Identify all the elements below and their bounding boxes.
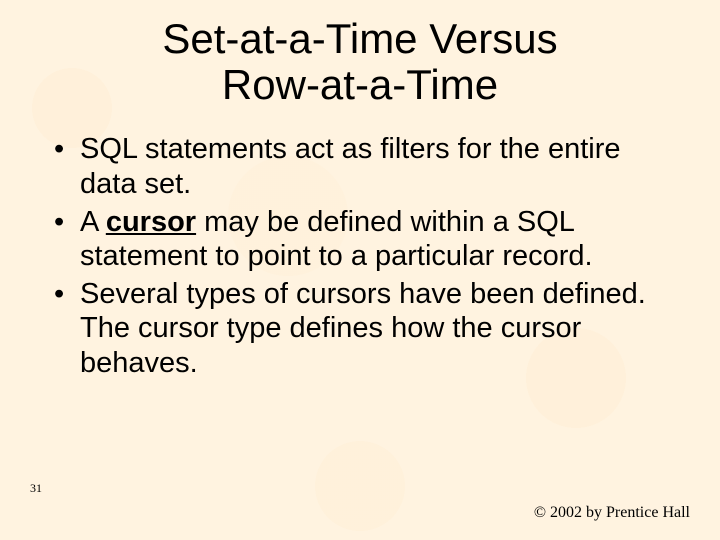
title-line-2: Row-at-a-Time [222,61,498,108]
bullet-text-pre: SQL statements act as filters for the en… [80,133,621,199]
bullet-emph: cursor [106,206,196,238]
bullet-text-pre: Several types of cursors have been defin… [80,278,646,378]
copyright-text: © 2002 by Prentice Hall [534,504,690,522]
slide-title: Set-at-a-Time Versus Row-at-a-Time [40,16,680,108]
title-line-1: Set-at-a-Time Versus [162,15,557,62]
list-item: SQL statements act as filters for the en… [50,132,680,200]
page-number: 31 [30,481,42,496]
bullet-list: SQL statements act as filters for the en… [40,132,680,380]
slide: Set-at-a-Time Versus Row-at-a-Time SQL s… [0,0,720,540]
list-item: Several types of cursors have been defin… [50,277,680,380]
bullet-text-pre: A [80,206,106,238]
list-item: A cursor may be defined within a SQL sta… [50,205,680,273]
